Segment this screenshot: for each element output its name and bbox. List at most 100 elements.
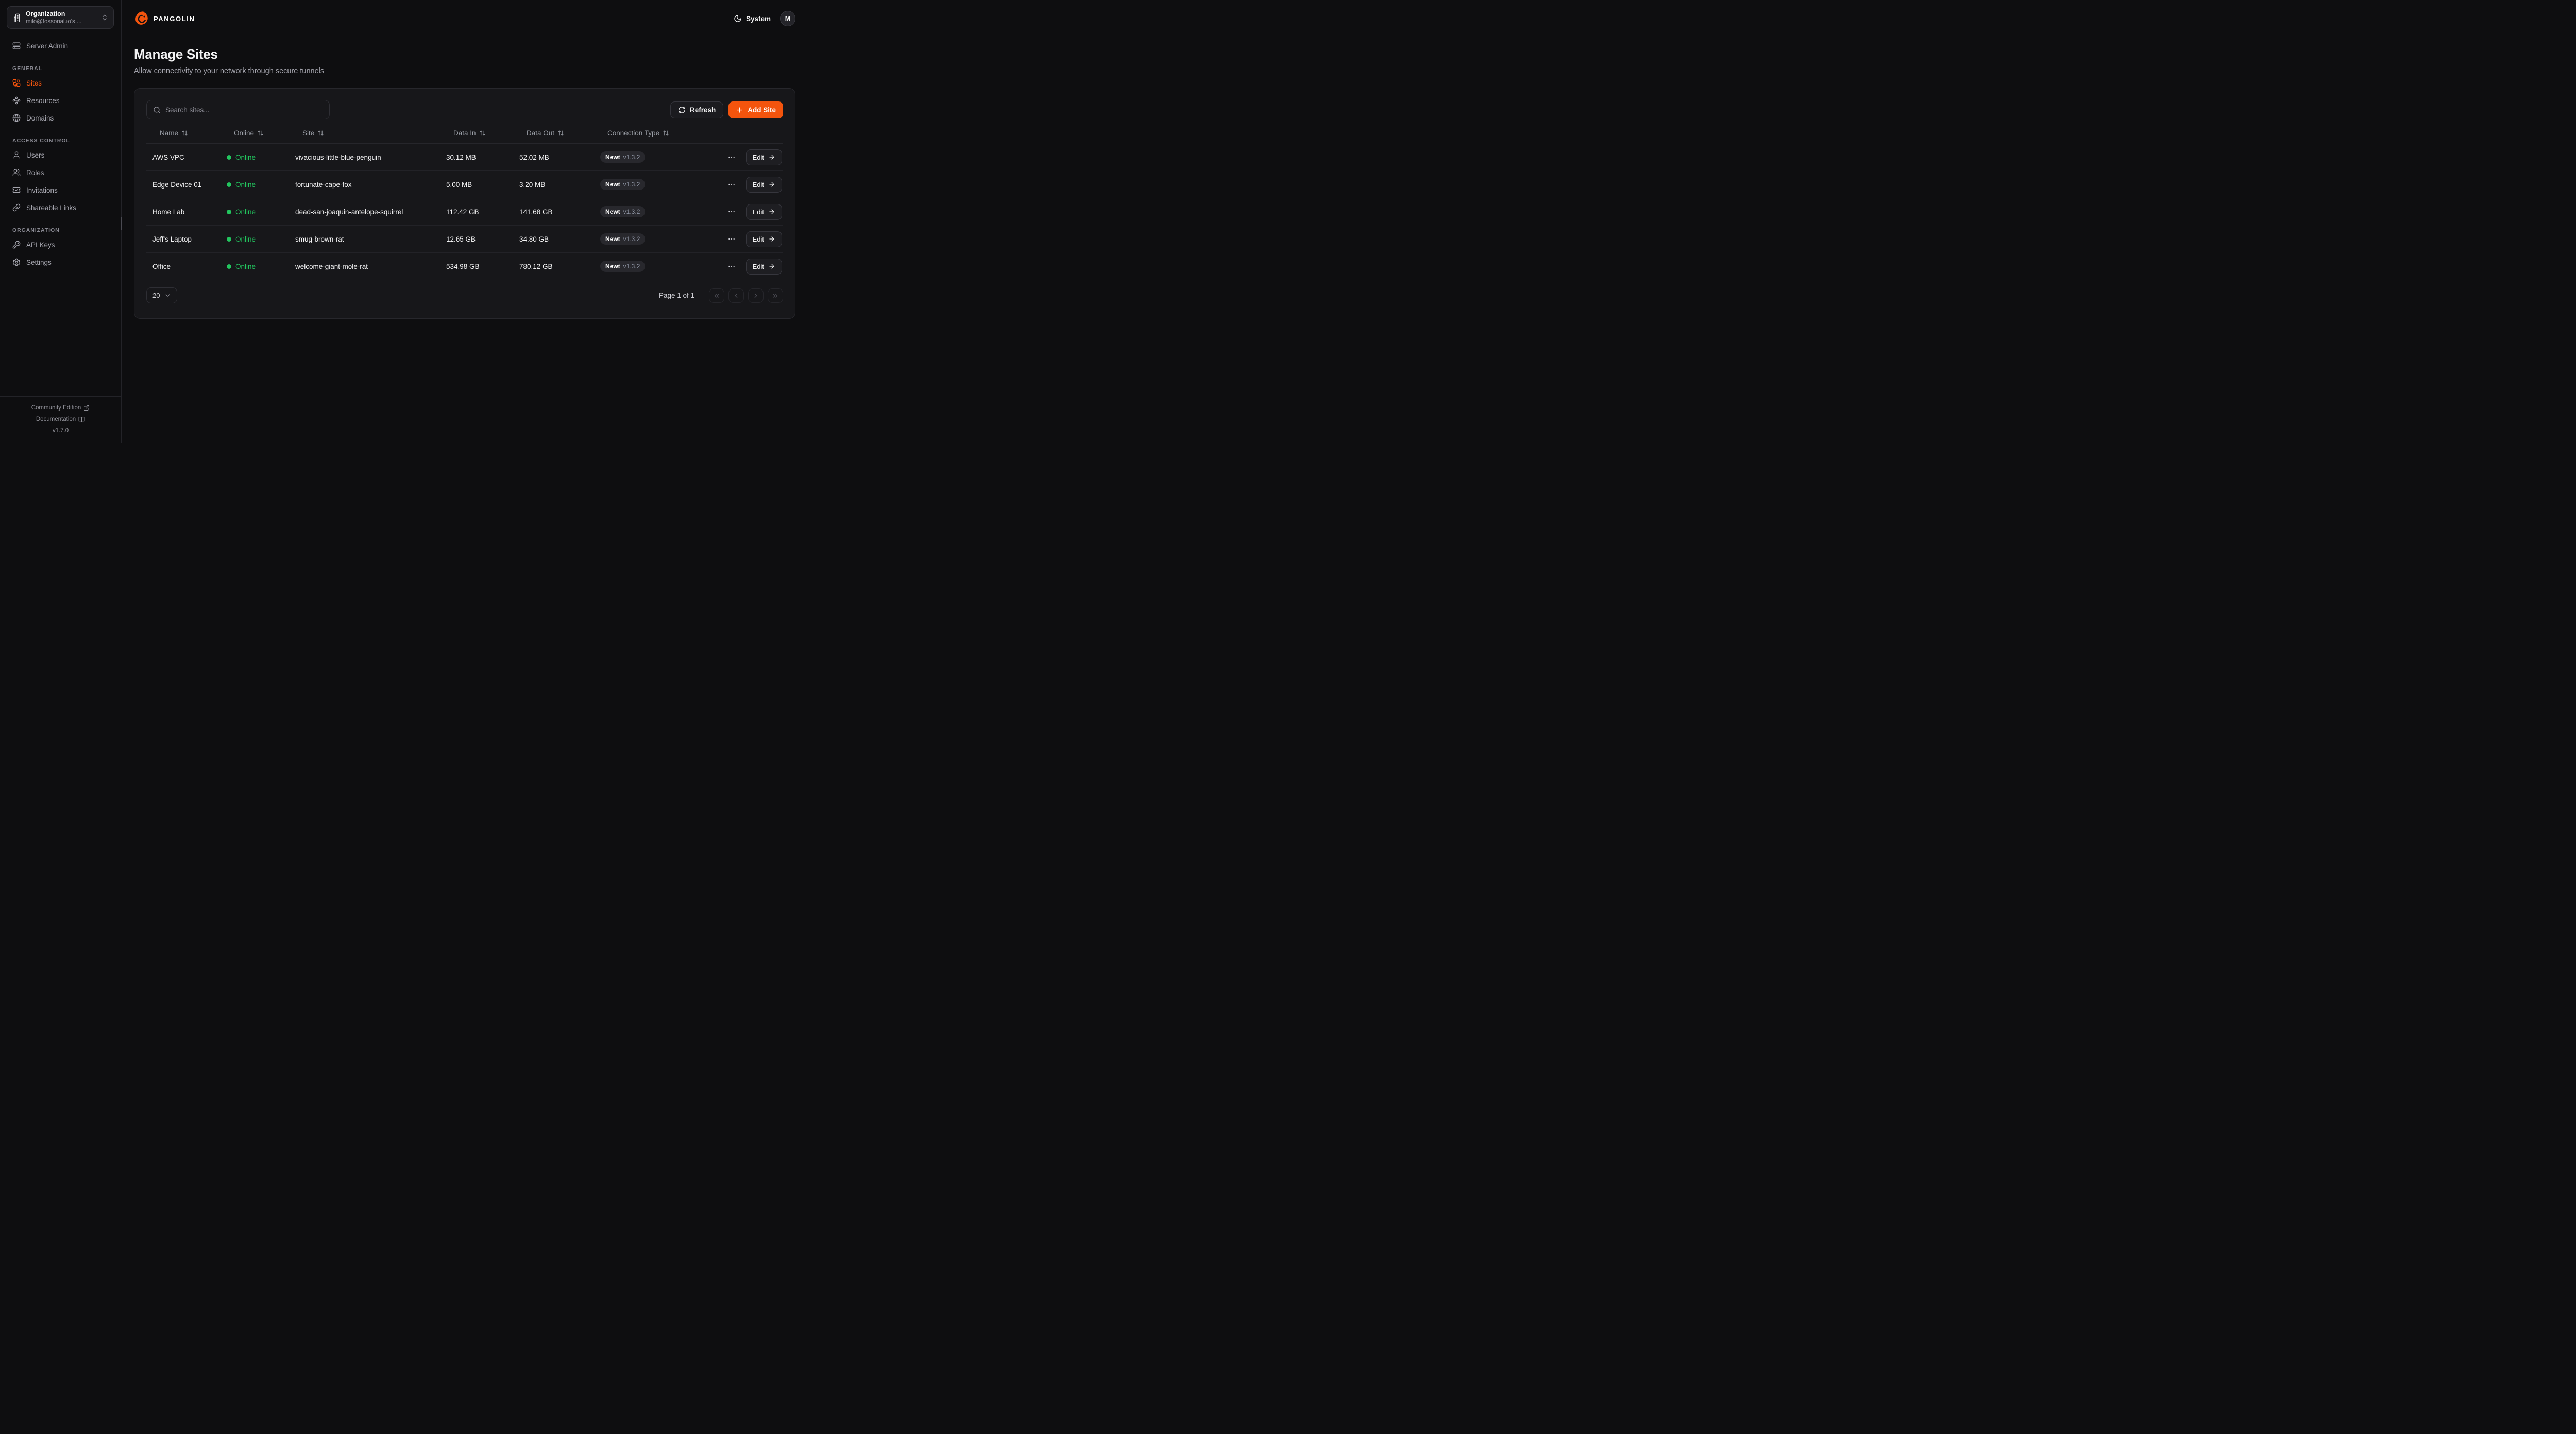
site-online-cell: Online bbox=[221, 153, 289, 161]
search-input[interactable] bbox=[165, 106, 323, 114]
edit-label: Edit bbox=[753, 181, 764, 189]
site-name-cell: AWS VPC bbox=[146, 153, 221, 161]
column-header-data-out[interactable]: Data Out bbox=[513, 128, 594, 143]
toolbar-actions: Refresh Add Site bbox=[670, 101, 783, 118]
page-size-select[interactable]: 20 bbox=[146, 287, 177, 303]
sidebar-item-roles[interactable]: Roles bbox=[7, 164, 114, 181]
sidebar-item-server-admin[interactable]: Server Admin bbox=[7, 37, 114, 55]
online-dot-icon bbox=[227, 182, 231, 187]
users-icon bbox=[12, 168, 21, 177]
data-in-cell: 5.00 MB bbox=[440, 181, 513, 189]
column-header-site[interactable]: Site bbox=[289, 128, 440, 143]
sidebar-item-shareable-links[interactable]: Shareable Links bbox=[7, 199, 114, 216]
row-menu-button[interactable] bbox=[725, 260, 738, 272]
connection-type-badge: Newt v1.3.2 bbox=[600, 151, 645, 163]
sidebar: Organization milo@fossorial.io's ... Ser… bbox=[0, 0, 122, 443]
sidebar-item-resources[interactable]: Resources bbox=[7, 92, 114, 109]
key-icon bbox=[12, 241, 21, 249]
row-menu-button[interactable] bbox=[725, 151, 738, 163]
edit-button[interactable]: Edit bbox=[746, 149, 782, 165]
row-menu-button[interactable] bbox=[725, 233, 738, 245]
arrow-right-icon bbox=[768, 235, 775, 243]
edit-button[interactable]: Edit bbox=[746, 259, 782, 275]
sort-icon bbox=[557, 130, 564, 136]
documentation-link[interactable]: Documentation bbox=[4, 414, 117, 425]
section-heading-access-control: ACCESS CONTROL bbox=[12, 138, 109, 144]
online-dot-icon bbox=[227, 264, 231, 269]
add-site-button[interactable]: Add Site bbox=[728, 101, 783, 118]
sort-icon bbox=[479, 130, 486, 136]
connection-type-cell: Newt v1.3.2 bbox=[594, 261, 720, 272]
chevron-down-icon bbox=[164, 292, 171, 299]
sidebar-footer: Community Edition Documentation v1.7.0 bbox=[0, 396, 121, 443]
row-actions-cell: Edit bbox=[720, 259, 783, 275]
data-out-value: 780.12 GB bbox=[519, 263, 553, 270]
table-row: AWS VPC Online vivacious-little-blue-pen… bbox=[146, 144, 783, 171]
sidebar-item-api-keys[interactable]: API Keys bbox=[7, 236, 114, 253]
connection-type-name: Newt bbox=[605, 208, 620, 215]
column-header-name[interactable]: Name bbox=[146, 128, 221, 143]
online-status: Online bbox=[235, 235, 256, 243]
connection-type-name: Newt bbox=[605, 235, 620, 243]
documentation-label: Documentation bbox=[36, 414, 76, 425]
theme-toggle[interactable]: System bbox=[734, 14, 771, 23]
community-edition-link[interactable]: Community Edition bbox=[4, 402, 117, 414]
site-slug-cell: fortunate-cape-fox bbox=[289, 181, 440, 189]
pager: Page 1 of 1 bbox=[659, 288, 783, 303]
edit-button[interactable]: Edit bbox=[746, 177, 782, 193]
sidebar-item-label: Roles bbox=[26, 169, 44, 177]
refresh-icon bbox=[678, 106, 686, 114]
site-slug-cell: dead-san-joaquin-antelope-squirrel bbox=[289, 208, 440, 216]
last-page-button[interactable] bbox=[768, 288, 783, 303]
sidebar-item-settings[interactable]: Settings bbox=[7, 253, 114, 271]
online-dot-icon bbox=[227, 237, 231, 242]
topbar-right: System M bbox=[734, 11, 795, 26]
user-icon bbox=[12, 151, 21, 159]
data-out-cell: 780.12 GB bbox=[513, 263, 594, 270]
sidebar-item-sites[interactable]: Sites bbox=[7, 74, 114, 92]
connection-type-cell: Newt v1.3.2 bbox=[594, 206, 720, 217]
community-edition-label: Community Edition bbox=[31, 402, 81, 414]
column-header-online[interactable]: Online bbox=[221, 128, 289, 143]
edit-button[interactable]: Edit bbox=[746, 204, 782, 220]
refresh-label: Refresh bbox=[690, 106, 716, 114]
table-body: AWS VPC Online vivacious-little-blue-pen… bbox=[146, 144, 783, 280]
column-header-connection-type[interactable]: Connection Type bbox=[594, 128, 720, 143]
edit-button[interactable]: Edit bbox=[746, 231, 782, 247]
row-menu-button[interactable] bbox=[725, 178, 738, 191]
section-heading-organization: ORGANIZATION bbox=[12, 227, 109, 233]
site-online-cell: Online bbox=[221, 208, 289, 216]
row-actions-cell: Edit bbox=[720, 204, 783, 220]
online-status: Online bbox=[235, 181, 256, 189]
first-page-button[interactable] bbox=[709, 288, 724, 303]
data-out-value: 141.68 GB bbox=[519, 208, 553, 216]
sidebar-resize-handle[interactable] bbox=[121, 217, 122, 230]
connection-type-version: v1.3.2 bbox=[623, 263, 640, 270]
site-name-cell: Home Lab bbox=[146, 208, 221, 216]
org-selector[interactable]: Organization milo@fossorial.io's ... bbox=[7, 6, 114, 29]
refresh-button[interactable]: Refresh bbox=[670, 101, 723, 118]
row-actions-cell: Edit bbox=[720, 177, 783, 193]
sidebar-item-domains[interactable]: Domains bbox=[7, 109, 114, 127]
table-row: Home Lab Online dead-san-joaquin-antelop… bbox=[146, 198, 783, 226]
sort-icon bbox=[663, 130, 669, 136]
edit-label: Edit bbox=[753, 235, 764, 243]
prev-page-button[interactable] bbox=[728, 288, 744, 303]
data-out-value: 3.20 MB bbox=[519, 181, 545, 189]
next-page-button[interactable] bbox=[748, 288, 764, 303]
column-header-data-in[interactable]: Data In bbox=[440, 128, 513, 143]
site-slug: fortunate-cape-fox bbox=[295, 181, 352, 189]
row-menu-button[interactable] bbox=[725, 206, 738, 218]
add-site-label: Add Site bbox=[748, 106, 776, 114]
sidebar-item-invitations[interactable]: Invitations bbox=[7, 181, 114, 199]
sites-table: Name Online Site Data In bbox=[146, 128, 783, 280]
site-name: Edge Device 01 bbox=[152, 181, 201, 189]
app-root: Organization milo@fossorial.io's ... Ser… bbox=[0, 0, 808, 443]
site-slug: smug-brown-rat bbox=[295, 235, 344, 243]
avatar[interactable]: M bbox=[780, 11, 795, 26]
data-in-value: 534.98 GB bbox=[446, 263, 480, 270]
online-dot-icon bbox=[227, 210, 231, 214]
sidebar-item-users[interactable]: Users bbox=[7, 146, 114, 164]
page-info: Page 1 of 1 bbox=[659, 292, 694, 299]
org-selector-subtitle: milo@fossorial.io's ... bbox=[26, 18, 101, 25]
